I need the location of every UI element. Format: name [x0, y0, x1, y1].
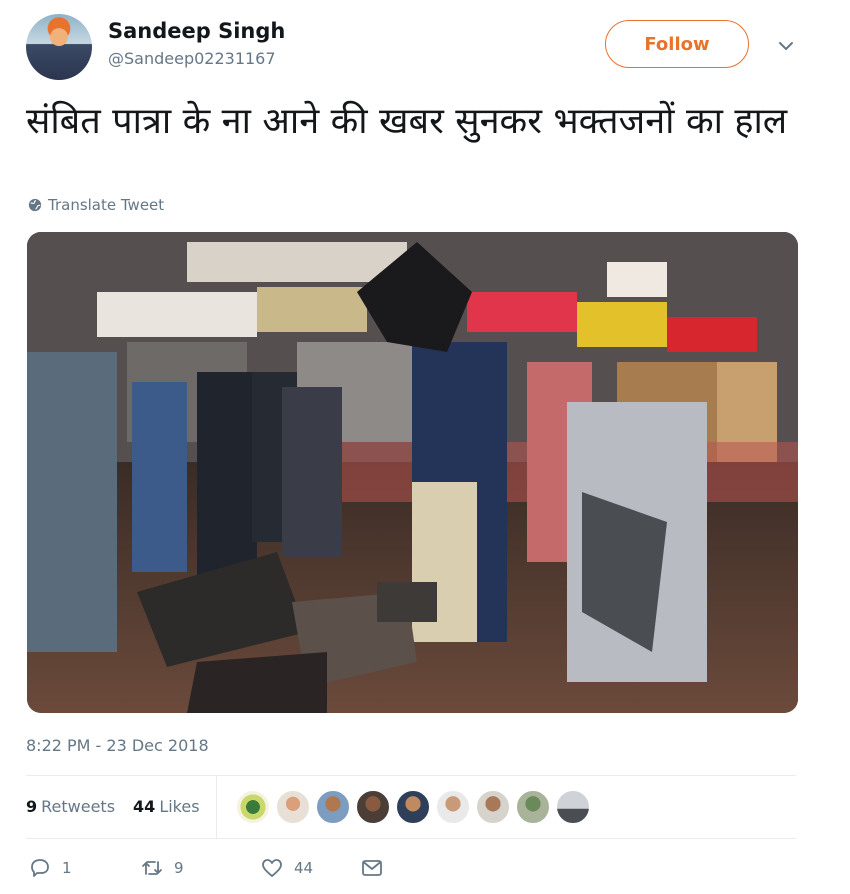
likes-count: 44: [133, 797, 156, 816]
divider-bottom: [26, 838, 796, 839]
tweet-actions: 1 9 44: [28, 856, 384, 880]
author-handle[interactable]: @Sandeep02231167: [108, 48, 285, 70]
globe-icon: [28, 198, 42, 212]
retweet-count: 9: [174, 859, 184, 877]
liker-avatar[interactable]: [476, 790, 510, 824]
like-action[interactable]: 44: [260, 856, 360, 880]
retweets-label: Retweets: [41, 797, 116, 816]
message-icon[interactable]: [360, 856, 384, 880]
tweet-timestamp[interactable]: 8:22 PM - 23 Dec 2018: [26, 736, 209, 755]
likers-avatars: [236, 790, 590, 824]
liker-avatar[interactable]: [436, 790, 470, 824]
reply-count: 1: [62, 859, 72, 877]
retweets-count: 9: [26, 797, 38, 816]
follow-button[interactable]: Follow: [605, 20, 749, 68]
chevron-down-icon[interactable]: [776, 36, 796, 56]
liker-avatar[interactable]: [316, 790, 350, 824]
liker-avatar[interactable]: [516, 790, 550, 824]
tweet-stats: 9 Retweets 44 Likes: [26, 797, 218, 816]
liker-avatar[interactable]: [356, 790, 390, 824]
liker-avatar[interactable]: [556, 790, 590, 824]
translate-label[interactable]: Translate Tweet: [48, 196, 164, 214]
likes-stat[interactable]: 44 Likes: [133, 797, 200, 816]
translate-tweet-link[interactable]: Translate Tweet: [28, 196, 164, 214]
author-name[interactable]: Sandeep Singh: [108, 18, 285, 44]
message-action[interactable]: [360, 856, 384, 880]
tweet-photo[interactable]: [27, 232, 798, 713]
author-block[interactable]: Sandeep Singh @Sandeep02231167: [108, 18, 285, 70]
avatar[interactable]: [26, 14, 92, 80]
like-count: 44: [294, 859, 314, 877]
retweets-stat[interactable]: 9 Retweets: [26, 797, 115, 816]
reply-icon[interactable]: [28, 856, 52, 880]
retweet-action[interactable]: 9: [140, 856, 260, 880]
liker-avatar[interactable]: [396, 790, 430, 824]
likes-label: Likes: [159, 797, 200, 816]
heart-icon[interactable]: [260, 856, 284, 880]
tweet-text: संबित पात्रा के ना आने की खबर सुनकर भक्त…: [26, 101, 788, 142]
stats-separator: [216, 776, 217, 838]
liker-avatar[interactable]: [276, 790, 310, 824]
divider-top: [26, 775, 796, 776]
liker-avatar[interactable]: [236, 790, 270, 824]
retweet-icon[interactable]: [140, 856, 164, 880]
reply-action[interactable]: 1: [28, 856, 140, 880]
